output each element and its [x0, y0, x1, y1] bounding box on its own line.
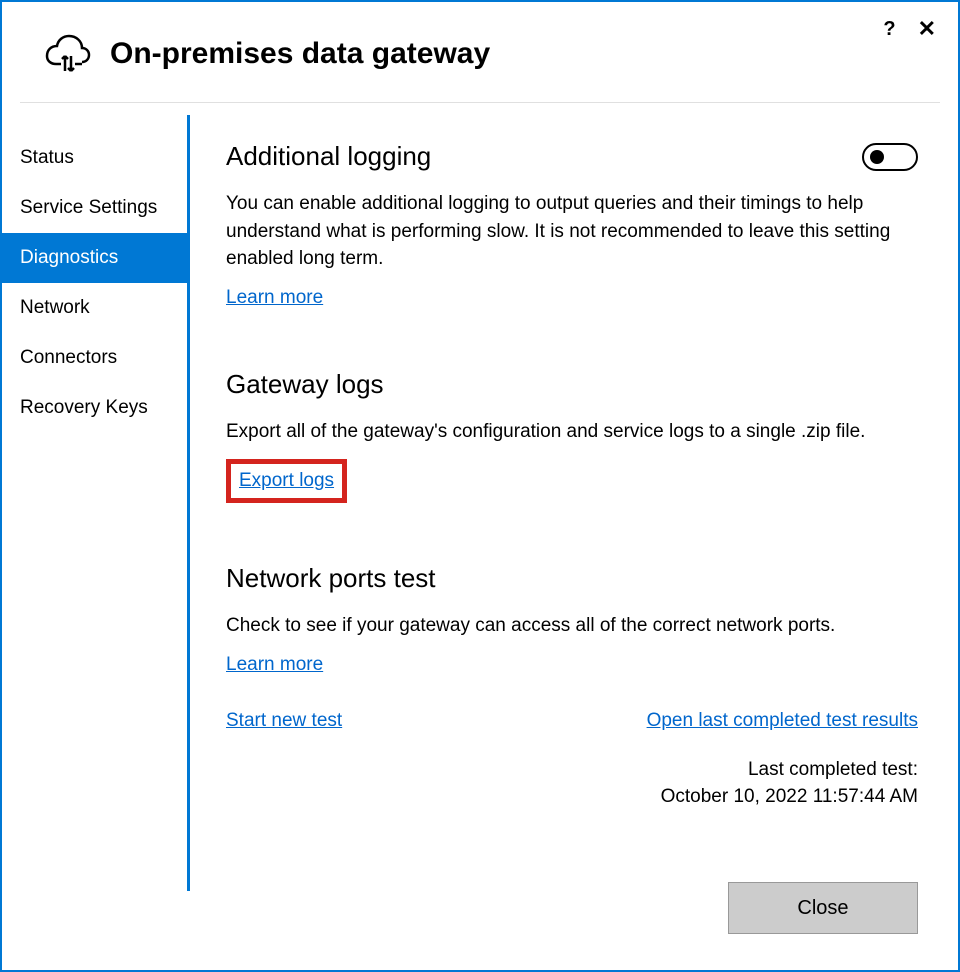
section-additional-logging: Additional logging You can enable additi… — [226, 141, 918, 309]
network-ports-learn-more-link[interactable]: Learn more — [226, 654, 323, 675]
toggle-knob — [870, 150, 884, 164]
network-ports-title: Network ports test — [226, 563, 918, 594]
main-panel: Additional logging You can enable additi… — [190, 115, 958, 891]
section-gateway-logs: Gateway logs Export all of the gateway's… — [226, 369, 918, 504]
additional-logging-desc: You can enable additional logging to out… — [226, 190, 918, 273]
network-ports-desc: Check to see if your gateway can access … — [226, 612, 918, 640]
sidebar: Status Service Settings Diagnostics Netw… — [2, 115, 190, 891]
sidebar-item-network[interactable]: Network — [2, 283, 187, 333]
app-window: ? ✕ On-premises data gateway Status Serv… — [0, 0, 960, 972]
additional-logging-title: Additional logging — [226, 141, 431, 172]
last-test-date: October 10, 2022 11:57:44 AM — [226, 783, 918, 811]
app-title: On-premises data gateway — [110, 37, 490, 71]
header: On-premises data gateway — [2, 2, 958, 102]
additional-logging-learn-more-link[interactable]: Learn more — [226, 287, 323, 308]
divider — [20, 102, 940, 103]
content: Status Service Settings Diagnostics Netw… — [2, 115, 958, 891]
sidebar-item-connectors[interactable]: Connectors — [2, 333, 187, 383]
titlebar: ? ✕ — [883, 16, 936, 42]
sidebar-item-recovery-keys[interactable]: Recovery Keys — [2, 383, 187, 433]
close-icon[interactable]: ✕ — [918, 16, 936, 42]
additional-logging-toggle[interactable] — [862, 143, 918, 171]
ports-row: Start new test Open last completed test … — [226, 710, 918, 732]
export-logs-link[interactable]: Export logs — [239, 470, 334, 491]
sidebar-item-diagnostics[interactable]: Diagnostics — [2, 233, 187, 283]
gateway-logs-title: Gateway logs — [226, 369, 918, 400]
last-test-label: Last completed test: — [226, 756, 918, 784]
close-button[interactable]: Close — [728, 882, 918, 934]
cloud-icon — [44, 34, 92, 74]
help-icon[interactable]: ? — [883, 18, 895, 41]
gateway-logs-desc: Export all of the gateway's configuratio… — [226, 418, 918, 446]
sidebar-item-service-settings[interactable]: Service Settings — [2, 183, 187, 233]
open-last-results-link[interactable]: Open last completed test results — [647, 710, 918, 732]
start-new-test-link[interactable]: Start new test — [226, 710, 342, 732]
section-network-ports: Network ports test Check to see if your … — [226, 563, 918, 811]
export-logs-highlight: Export logs — [226, 459, 347, 503]
section-header: Additional logging — [226, 141, 918, 172]
last-test-info: Last completed test: October 10, 2022 11… — [226, 756, 918, 811]
sidebar-item-status[interactable]: Status — [2, 133, 187, 183]
